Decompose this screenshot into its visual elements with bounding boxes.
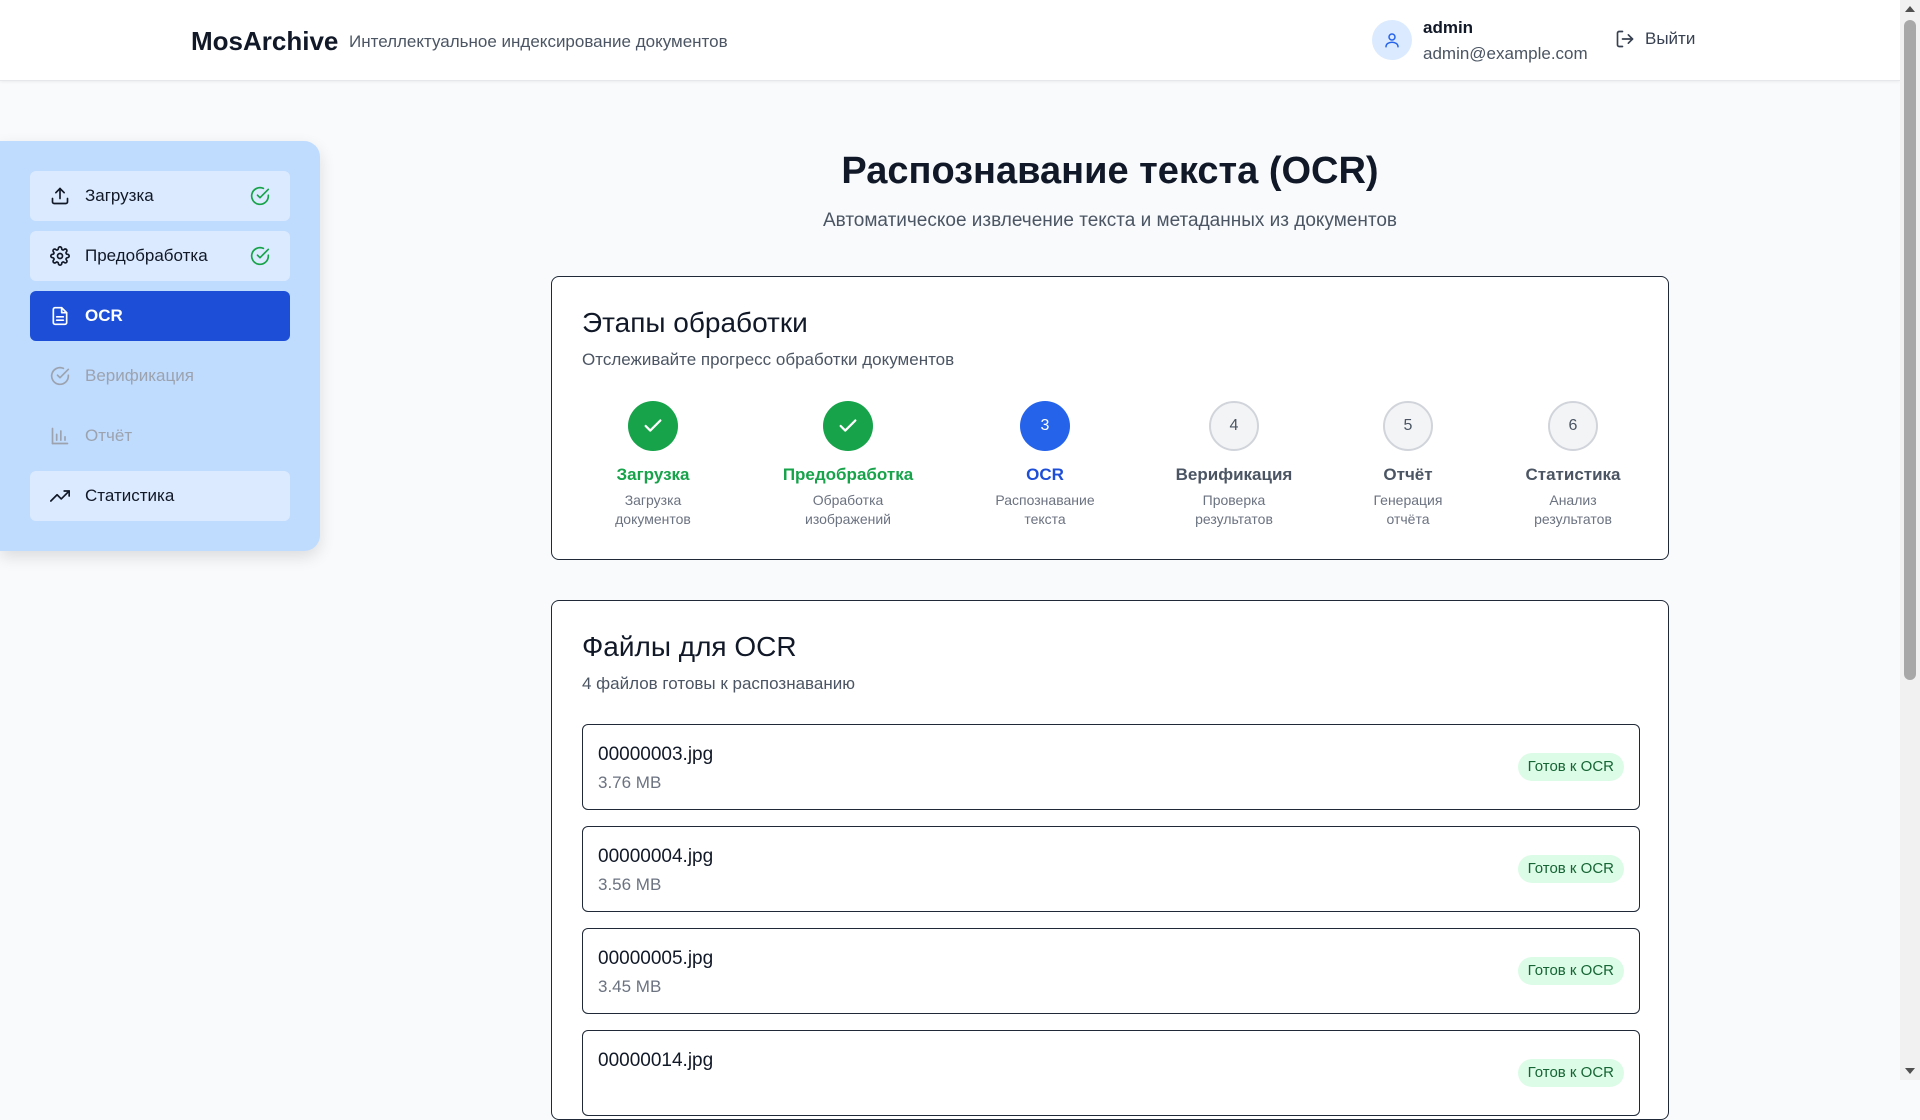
brand-tagline: Интеллектуальное индексирование документ…: [349, 32, 728, 51]
step-description: Распознавание текста: [995, 492, 1095, 527]
step-number-circle: 4: [1209, 401, 1259, 451]
step-description: Анализ результатов: [1534, 492, 1612, 527]
file-name: 00000003.jpg: [598, 744, 714, 765]
file-size: 3.56 MB: [598, 875, 662, 894]
file-size: 3.45 MB: [598, 977, 662, 996]
file-name: 00000004.jpg: [598, 846, 714, 867]
page-title: Распознавание текста (OCR): [841, 150, 1379, 192]
step-number-circle: 3: [1020, 401, 1070, 451]
sidebar-item-label: Отчёт: [85, 426, 133, 445]
scroll-down-arrow-icon[interactable]: [1905, 1068, 1915, 1074]
check-circle-icon: [50, 366, 70, 386]
step-label: Загрузка: [616, 465, 690, 484]
sidebar-item-report: Отчёт: [30, 411, 290, 461]
sidebar-item-label: OCR: [85, 306, 123, 325]
step-label: Верификация: [1175, 465, 1293, 484]
step-number-circle: 6: [1548, 401, 1598, 451]
steps-card-description: Отслеживайте прогресс обработки документ…: [582, 350, 955, 369]
sidebar-item-preprocessing[interactable]: Предобработка: [30, 231, 290, 281]
sidebar-item-label: Верификация: [85, 366, 194, 385]
sidebar-item-label: Предобработка: [85, 246, 208, 265]
page-scrollbar[interactable]: [1900, 0, 1920, 1080]
step-status-circle: [823, 401, 873, 451]
file-size: 3.76 MB: [598, 773, 662, 792]
user-icon: [1385, 33, 1399, 48]
step-ocr: 3 OCR Распознавание текста: [955, 401, 1135, 529]
step-description: Обработка изображений: [805, 492, 891, 527]
step-status-circle: [628, 401, 678, 451]
file-row[interactable]: 00000003.jpg 3.76 MB Готов к OCR: [582, 724, 1640, 810]
step-report: 5 Отчёт Генерация отчёта: [1318, 401, 1498, 529]
upload-icon: [50, 186, 70, 206]
trending-up-icon: [50, 486, 70, 506]
sidebar-item-statistics[interactable]: Статистика: [30, 471, 290, 521]
status-badge: Готов к OCR: [1517, 957, 1624, 985]
step-label: Отчёт: [1383, 465, 1433, 484]
files-card-description: 4 файлов готовы к распознаванию: [582, 674, 855, 693]
file-name: 00000014.jpg: [598, 1050, 714, 1071]
step-verification: 4 Верификация Проверка результатов: [1144, 401, 1324, 529]
file-row[interactable]: 00000014.jpg Готов к OCR: [582, 1030, 1640, 1116]
logout-label: Выйти: [1645, 29, 1696, 48]
step-preprocessing: Предобработка Обработка изображений: [758, 401, 938, 529]
file-row[interactable]: 00000005.jpg 3.45 MB Готов к OCR: [582, 928, 1640, 1014]
step-label: Предобработка: [782, 465, 914, 484]
user-email: admin@example.com: [1423, 44, 1588, 63]
page-subtitle: Автоматическое извлечение текста и метад…: [822, 210, 1398, 231]
status-badge: Готов к OCR: [1517, 753, 1624, 781]
sidebar-item-label: Загрузка: [85, 186, 154, 205]
sidebar-item-ocr[interactable]: OCR: [30, 291, 290, 341]
sidebar-item-verification: Верификация: [30, 351, 290, 401]
user-name: admin: [1423, 18, 1474, 37]
check-circle-icon: [250, 246, 270, 266]
step-description: Загрузка документов: [615, 492, 691, 527]
status-badge: Готов к OCR: [1517, 855, 1624, 883]
document-icon: [50, 306, 70, 326]
processing-steps-card: Этапы обработки Отслеживайте прогресс об…: [551, 276, 1669, 560]
status-badge: Готов к OCR: [1517, 1059, 1624, 1087]
bar-chart-icon: [50, 426, 70, 446]
step-statistics: 6 Статистика Анализ результатов: [1483, 401, 1663, 529]
logout-button[interactable]: Выйти: [1615, 29, 1695, 49]
file-row[interactable]: 00000004.jpg 3.56 MB Готов к OCR: [582, 826, 1640, 912]
steps-card-title: Этапы обработки: [582, 307, 808, 338]
step-upload: Загрузка Загрузка документов: [563, 401, 743, 529]
checkmark-icon: [839, 419, 857, 432]
step-label: OCR: [1026, 465, 1064, 484]
files-card-title: Файлы для OCR: [582, 631, 797, 662]
sidebar-item-upload[interactable]: Загрузка: [30, 171, 290, 221]
scrollbar-thumb[interactable]: [1904, 20, 1916, 680]
sidebar: Загрузка Предобработка OCR Верификация О…: [0, 141, 320, 551]
step-description: Генерация отчёта: [1373, 492, 1443, 527]
app-header: MosArchive Интеллектуальное индексирован…: [0, 0, 1900, 81]
step-description: Проверка результатов: [1195, 492, 1273, 527]
step-label: Статистика: [1525, 465, 1621, 484]
gear-icon: [50, 246, 70, 266]
check-circle-icon: [250, 186, 270, 206]
brand-logo[interactable]: MosArchive: [191, 26, 338, 57]
logout-icon: [1616, 30, 1634, 48]
scroll-up-arrow-icon[interactable]: [1905, 6, 1915, 12]
checkmark-icon: [644, 419, 662, 432]
file-name: 00000005.jpg: [598, 948, 714, 969]
user-avatar[interactable]: [1372, 20, 1412, 60]
step-number-circle: 5: [1383, 401, 1433, 451]
sidebar-item-label: Статистика: [85, 486, 175, 505]
ocr-files-card: Файлы для OCR 4 файлов готовы к распозна…: [551, 600, 1669, 1120]
